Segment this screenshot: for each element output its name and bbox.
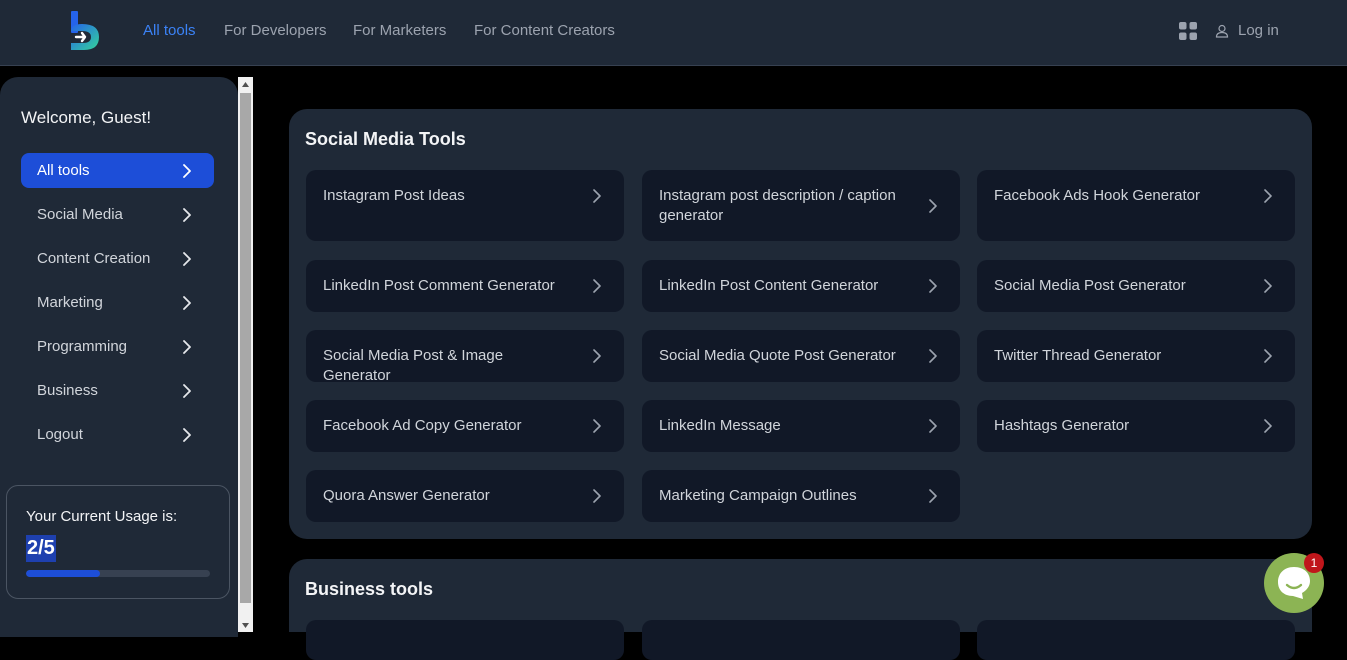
tool-card-label: Twitter Thread Generator <box>994 347 1162 364</box>
tool-card-social-media-post-generator[interactable]: Social Media Post Generator <box>977 260 1295 312</box>
scroll-up-arrow-icon[interactable] <box>238 77 253 91</box>
tool-card-label: Instagram post description / caption gen… <box>659 187 896 224</box>
sidebar-item-all-tools[interactable]: All tools <box>21 153 214 188</box>
chat-notification-badge: 1 <box>1304 553 1324 573</box>
chevron-right-icon <box>593 279 601 293</box>
tool-card[interactable] <box>642 620 960 660</box>
chevron-right-icon <box>1264 189 1272 203</box>
tool-card-label: Quora Answer Generator <box>323 487 490 504</box>
nav-for-developers[interactable]: For Developers <box>224 22 327 40</box>
tool-card-twitter-thread-generator[interactable]: Twitter Thread Generator <box>977 330 1295 382</box>
usage-progress-fill <box>26 570 100 577</box>
chevron-right-icon <box>1264 349 1272 363</box>
sidebar: Welcome, Guest! All tools Social Media C… <box>0 77 238 637</box>
top-navigation: All tools For Developers For Marketers F… <box>0 0 1347 66</box>
sidebar-item-label: Programming <box>37 338 128 355</box>
welcome-text: Welcome, Guest! <box>21 108 152 127</box>
sidebar-item-content-creation[interactable]: Content Creation <box>21 241 214 276</box>
tool-card-linkedin-post-content-generator[interactable]: LinkedIn Post Content Generator <box>642 260 960 312</box>
sidebar-item-marketing[interactable]: Marketing <box>21 285 214 320</box>
tool-card-social-media-quote-post-generator[interactable]: Social Media Quote Post Generator <box>642 330 960 382</box>
chevron-right-icon <box>1264 279 1272 293</box>
chevron-right-icon <box>929 199 937 213</box>
chevron-right-icon <box>593 419 601 433</box>
sidebar-item-programming[interactable]: Programming <box>21 329 214 364</box>
tool-card-label: Marketing Campaign Outlines <box>659 487 857 504</box>
tool-card-instagram-post-ideas[interactable]: Instagram Post Ideas <box>306 170 624 241</box>
usage-value: 2/5 <box>26 535 56 562</box>
chevron-right-icon <box>183 163 191 178</box>
sidebar-item-label: Business <box>37 382 98 399</box>
chevron-right-icon <box>183 207 191 222</box>
tool-card-label: Hashtags Generator <box>994 417 1130 434</box>
scroll-down-arrow-icon[interactable] <box>238 618 253 632</box>
nav-all-tools[interactable]: All tools <box>143 22 196 40</box>
tool-card-facebook-ad-copy-generator[interactable]: Facebook Ad Copy Generator <box>306 400 624 452</box>
chevron-right-icon <box>929 279 937 293</box>
usage-label: Your Current Usage is: <box>26 508 178 525</box>
tool-card-label: Social Media Post Generator <box>994 277 1186 294</box>
tool-card[interactable] <box>977 620 1295 660</box>
chevron-right-icon <box>593 189 601 203</box>
sidebar-scrollbar[interactable] <box>238 77 253 632</box>
sidebar-item-label: Logout <box>37 426 83 443</box>
login-button[interactable]: Log in <box>1215 22 1279 40</box>
scrollbar-thumb[interactable] <box>240 93 251 603</box>
tool-card-instagram-caption-generator[interactable]: Instagram post description / caption gen… <box>642 170 960 241</box>
section-title: Business tools <box>305 579 434 599</box>
tool-card-social-media-post-image-generator[interactable]: Social Media Post & Image Generator <box>306 330 624 384</box>
chevron-right-icon <box>929 419 937 433</box>
nav-for-marketers[interactable]: For Marketers <box>353 22 446 40</box>
chevron-right-icon <box>183 383 191 398</box>
chevron-right-icon <box>183 251 191 266</box>
tool-card-label: Instagram Post Ideas <box>323 187 465 204</box>
social-media-tools-section: Social Media Tools Instagram Post Ideas … <box>289 109 1312 539</box>
sidebar-item-social-media[interactable]: Social Media <box>21 197 214 232</box>
chevron-right-icon <box>593 349 601 363</box>
chevron-right-icon <box>929 489 937 503</box>
chevron-right-icon <box>183 339 191 354</box>
sidebar-item-label: Social Media <box>37 206 123 223</box>
tool-card-label: Facebook Ad Copy Generator <box>323 417 522 434</box>
tool-card-label: Social Media Post & Image Generator <box>323 347 504 384</box>
chevron-right-icon <box>929 349 937 363</box>
usage-progress-bar <box>26 570 210 577</box>
login-label: Log in <box>1238 22 1279 39</box>
tool-card-quora-answer-generator[interactable]: Quora Answer Generator <box>306 470 624 522</box>
sidebar-item-label: Content Creation <box>37 250 151 267</box>
tool-card-label: Social Media Quote Post Generator <box>659 347 896 364</box>
tool-card-hashtags-generator[interactable]: Hashtags Generator <box>977 400 1295 452</box>
tool-card-facebook-ads-hook-generator[interactable]: Facebook Ads Hook Generator <box>977 170 1295 241</box>
usage-panel: Your Current Usage is: 2/5 <box>6 485 230 599</box>
brand-logo-icon[interactable] <box>68 10 102 52</box>
chevron-right-icon <box>1264 419 1272 433</box>
sidebar-item-logout[interactable]: Logout <box>21 417 214 452</box>
tool-card-linkedin-post-comment-generator[interactable]: LinkedIn Post Comment Generator <box>306 260 624 312</box>
grid-icon[interactable] <box>1179 22 1197 40</box>
user-icon <box>1215 24 1229 38</box>
tool-card-label: LinkedIn Post Comment Generator <box>323 277 555 294</box>
chevron-right-icon <box>183 295 191 310</box>
tool-card-label: LinkedIn Message <box>659 417 781 434</box>
section-title: Social Media Tools <box>305 129 466 149</box>
tool-card-linkedin-message[interactable]: LinkedIn Message <box>642 400 960 452</box>
sidebar-item-business[interactable]: Business <box>21 373 214 408</box>
tool-card-marketing-campaign-outlines[interactable]: Marketing Campaign Outlines <box>642 470 960 522</box>
nav-for-content-creators[interactable]: For Content Creators <box>474 22 615 40</box>
chevron-right-icon <box>183 427 191 442</box>
tool-card[interactable] <box>306 620 624 660</box>
sidebar-item-label: All tools <box>37 162 90 179</box>
chevron-right-icon <box>593 489 601 503</box>
business-tools-section: Business tools <box>289 559 1312 660</box>
sidebar-item-label: Marketing <box>37 294 103 311</box>
tool-card-label: Facebook Ads Hook Generator <box>994 187 1200 204</box>
tool-card-label: LinkedIn Post Content Generator <box>659 277 879 294</box>
